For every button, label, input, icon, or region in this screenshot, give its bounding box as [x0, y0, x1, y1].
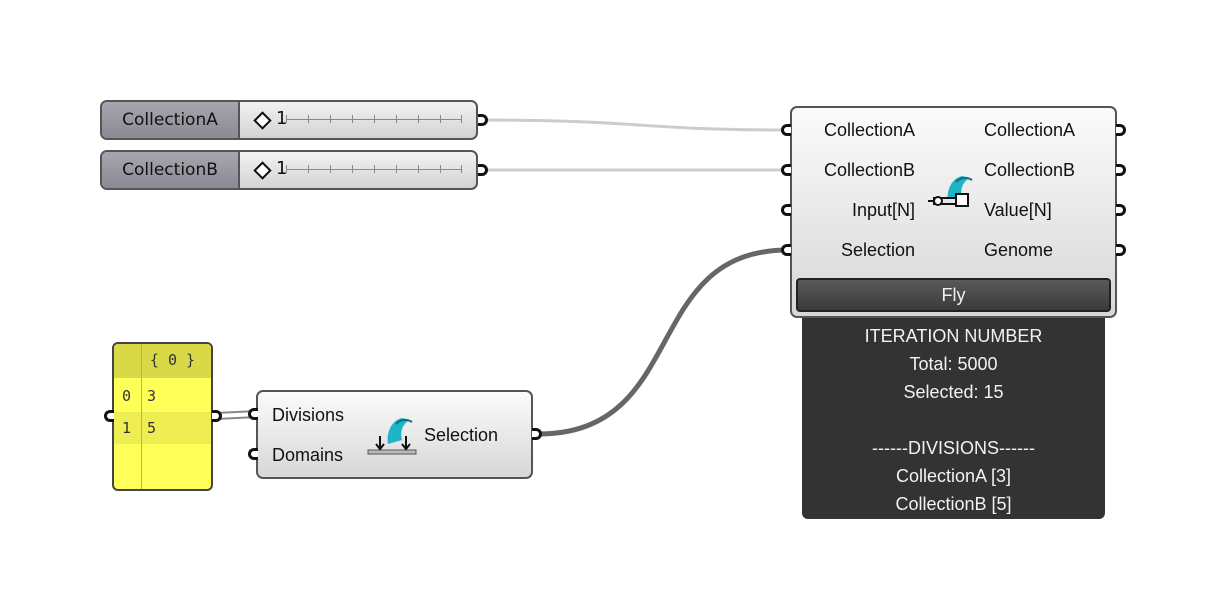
- wire-selection: [537, 247, 789, 437]
- data-panel[interactable]: { 0 } 0 3 1 5: [112, 342, 213, 491]
- fly-wizard-icon: [928, 176, 973, 207]
- input-port-selection[interactable]: [781, 244, 791, 256]
- info-line: Selected: 15: [903, 382, 1004, 402]
- slider-label: CollectionA: [102, 102, 240, 138]
- slider-ticks: [286, 112, 462, 126]
- info-line: Total: 5000: [909, 354, 998, 374]
- fly-component[interactable]: CollectionA CollectionB Input[N] Selecti…: [790, 106, 1117, 318]
- info-line: ITERATION NUMBER: [864, 326, 1043, 346]
- info-line: CollectionB [5]: [895, 494, 1012, 514]
- input-port-collectionA[interactable]: [781, 124, 791, 136]
- wire-collectionA: [483, 118, 789, 132]
- output-label-selection: Selection: [424, 425, 499, 445]
- slider-grip-icon[interactable]: [253, 111, 272, 130]
- fly-button[interactable]: Fly: [796, 278, 1111, 312]
- input-port-domains[interactable]: [248, 448, 258, 460]
- input-label-domains: Domains: [272, 445, 344, 465]
- panel-row-value: 5: [147, 419, 157, 437]
- input-label-divisions: Divisions: [272, 405, 345, 425]
- slider-ticks: [286, 162, 462, 176]
- input-port-collectionB[interactable]: [781, 164, 791, 176]
- output-label-collectionB: CollectionB: [984, 160, 1076, 180]
- panel-row-index: 1: [122, 419, 132, 437]
- grasshopper-canvas[interactable]: CollectionA 1 CollectionB 1 CollectionA …: [0, 0, 1216, 590]
- panel-row: 1 5: [114, 412, 211, 444]
- slider-track[interactable]: 1: [240, 102, 476, 138]
- panel-divider: [141, 344, 142, 489]
- slider-label: CollectionB: [102, 152, 240, 188]
- output-label-collectionA: CollectionA: [984, 120, 1076, 140]
- panel-row-index: 0: [122, 387, 132, 405]
- input-label-collectionA: CollectionA: [823, 120, 915, 140]
- slider-grip-icon[interactable]: [253, 161, 272, 180]
- output-label-genome: Genome: [984, 240, 1054, 260]
- info-line: [802, 406, 1105, 434]
- number-slider-collectionB[interactable]: CollectionB 1: [100, 150, 478, 190]
- input-label-inputN: Input[N]: [851, 200, 915, 220]
- input-label-selection: Selection: [840, 240, 915, 260]
- output-label-valueN: Value[N]: [984, 200, 1052, 220]
- selection-component[interactable]: Divisions Domains Selection: [256, 390, 533, 479]
- panel-row: 0 3: [114, 380, 211, 412]
- info-line: ------DIVISIONS------: [872, 438, 1035, 458]
- panel-input-port[interactable]: [104, 410, 114, 422]
- input-label-collectionB: CollectionB: [823, 160, 915, 180]
- selection-wizard-icon: [367, 418, 417, 455]
- input-port-inputN[interactable]: [781, 204, 791, 216]
- number-slider-collectionA[interactable]: CollectionA 1: [100, 100, 478, 140]
- panel-row-value: 3: [147, 387, 157, 405]
- panel-path-header: { 0 }: [114, 344, 211, 378]
- slider-track[interactable]: 1: [240, 152, 476, 188]
- info-line: CollectionA [3]: [895, 466, 1012, 486]
- input-port-divisions[interactable]: [248, 408, 258, 420]
- fly-info-panel: ITERATION NUMBER Total: 5000 Selected: 1…: [802, 318, 1105, 519]
